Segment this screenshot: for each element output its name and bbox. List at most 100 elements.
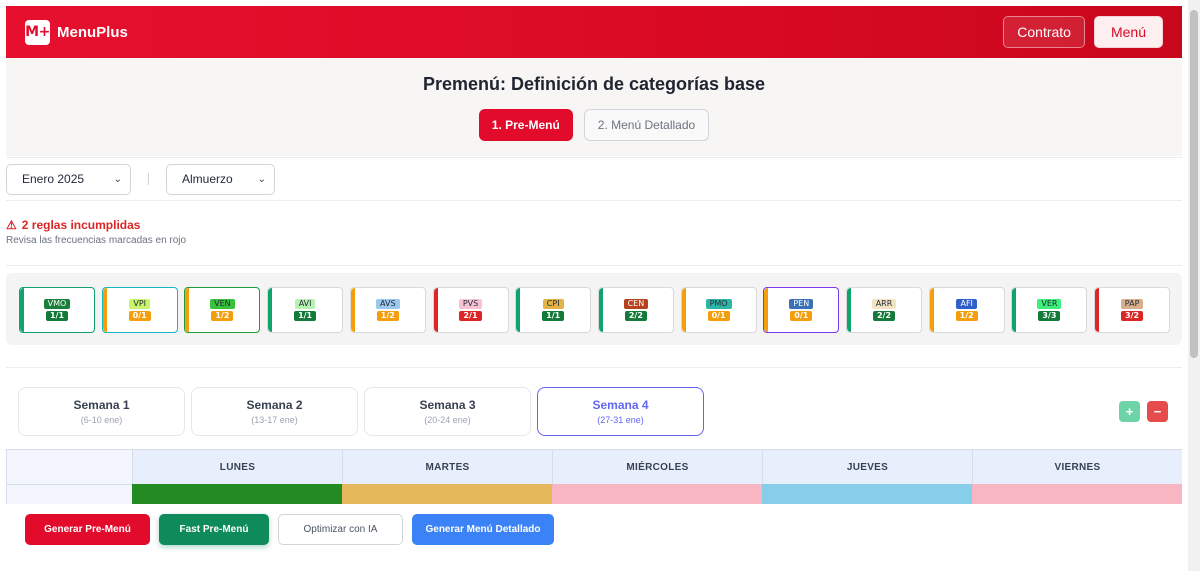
day-category-cell[interactable]: [762, 484, 972, 504]
category-ratio: 2/2: [624, 311, 647, 321]
category-ratio: 3/2: [1121, 311, 1144, 321]
category-status-edge: [350, 288, 355, 332]
category-card[interactable]: CPI 1/1: [515, 287, 592, 333]
category-status-edge: [516, 288, 521, 332]
category-code: CPI: [542, 299, 564, 309]
category-status-edge: [20, 288, 24, 332]
step-tabs: 1. Pre-Menú 2. Menú Detallado: [6, 109, 1182, 141]
category-ratio: 1/1: [45, 311, 69, 321]
generate-premenu-button[interactable]: Generar Pre-Menú: [25, 514, 150, 545]
category-status-edge: [847, 288, 851, 332]
contrato-button[interactable]: Contrato: [1003, 16, 1085, 48]
month-select[interactable]: Enero 2025 ⌄: [6, 163, 131, 195]
scrollbar-thumb[interactable]: [1190, 10, 1198, 358]
alert-subtitle: Revisa las frecuencias marcadas en rojo: [6, 235, 187, 246]
chevron-down-icon: ⌄: [113, 173, 122, 185]
week-title: Semana 2: [246, 398, 303, 412]
category-card[interactable]: PAP 3/2: [1094, 287, 1171, 333]
category-status-edge: [185, 288, 190, 332]
meal-select-value: Almuerzo: [182, 172, 233, 186]
category-card[interactable]: AFI 1/2: [928, 287, 1005, 333]
day-header: LUNES: [132, 450, 342, 484]
category-ratio: 1/2: [376, 311, 399, 321]
title-section: Premenú: Definición de categorías base 1…: [6, 58, 1182, 156]
tab-menu-detallado[interactable]: 2. Menú Detallado: [583, 109, 710, 141]
category-card[interactable]: VEN 1/2: [184, 287, 261, 333]
week-title: Semana 3: [419, 398, 476, 412]
remove-week-button[interactable]: −: [1147, 401, 1168, 422]
category-status-edge: [764, 288, 769, 332]
fast-premenu-button[interactable]: Fast Pre-Menú: [159, 514, 269, 545]
category-code: VPI: [129, 299, 151, 309]
week-dates: (20-24 ene): [424, 415, 471, 425]
category-code: VER: [1037, 299, 1062, 309]
tab-pre-menu[interactable]: 1. Pre-Menú: [478, 109, 573, 141]
day-category-cell[interactable]: [552, 484, 762, 504]
brand-name[interactable]: MenuPlus: [57, 24, 128, 41]
category-status-edge: [1095, 288, 1100, 332]
meal-select[interactable]: Almuerzo ⌄: [166, 163, 275, 195]
schedule-row-label: [7, 484, 132, 504]
category-code: PEN: [789, 299, 814, 309]
top-actions: Contrato Menú: [1003, 16, 1163, 48]
alert-title-text: 2 reglas incumplidas: [21, 218, 141, 232]
category-ratio: 1/1: [294, 311, 317, 321]
filters-bar: Enero 2025 ⌄ Almuerzo ⌄: [6, 157, 1182, 201]
week-title: Semana 4: [592, 398, 649, 412]
category-status-edge: [1012, 288, 1017, 332]
top-navbar: M+ MenuPlus Contrato Menú: [6, 6, 1182, 58]
category-card[interactable]: AVI 1/1: [267, 287, 344, 333]
category-card[interactable]: AVS 1/2: [349, 287, 426, 333]
category-ratio: 0/1: [128, 311, 151, 321]
category-status-edge: [681, 288, 686, 332]
category-card[interactable]: CEN 2/2: [597, 287, 674, 333]
week-tab[interactable]: Semana 1 (6-10 ene): [18, 387, 185, 436]
category-ratio: 1/2: [955, 311, 978, 321]
category-card[interactable]: VER 3/3: [1011, 287, 1088, 333]
category-ratio: 3/3: [1038, 311, 1061, 321]
category-status-edge: [598, 288, 603, 332]
alert-title: ⚠ 2 reglas incumplidas: [6, 218, 186, 232]
category-card[interactable]: VPI 0/1: [101, 287, 178, 333]
category-code: CEN: [623, 299, 649, 309]
category-code: AVS: [376, 299, 400, 309]
day-category-cell[interactable]: [972, 484, 1182, 504]
category-status-edge: [102, 288, 107, 332]
day-header: JUEVES: [762, 450, 972, 484]
page-title: Premenú: Definición de categorías base: [422, 74, 766, 94]
scrollbar[interactable]: [1188, 0, 1200, 571]
category-ratio: 2/2: [872, 311, 896, 321]
week-title: Semana 1: [73, 398, 130, 412]
category-card[interactable]: ARR 2/2: [846, 287, 922, 333]
category-card[interactable]: VMO 1/1: [19, 287, 95, 333]
category-code: VMO: [43, 299, 71, 309]
day-category-cell[interactable]: [132, 484, 342, 504]
category-card[interactable]: PEN 0/1: [763, 287, 840, 333]
add-week-button[interactable]: +: [1119, 401, 1140, 422]
category-strip: VMO 1/1 VPI 0/1 VEN 1/2 AVI 1/1 AVS 1/2 PVS 2/1 CPI 1…: [6, 273, 1182, 345]
logo-icon[interactable]: M+: [25, 19, 50, 45]
chevron-down-icon: ⌄: [257, 173, 266, 185]
schedule-grid: LUNES MARTES MIÉRCOLES JUEVES VIERNES: [6, 449, 1182, 504]
day-header: MIÉRCOLES: [552, 450, 762, 484]
category-card[interactable]: PMO 0/1: [680, 287, 757, 333]
optimize-ai-button[interactable]: Optimizar con IA: [278, 514, 403, 545]
day-header: VIERNES: [972, 450, 1182, 484]
schedule-corner: [7, 450, 132, 484]
category-code: AVI: [294, 299, 316, 309]
week-tab[interactable]: Semana 3 (20-24 ene): [364, 387, 531, 436]
menu-button[interactable]: Menú: [1093, 16, 1163, 48]
filter-divider: [148, 173, 149, 185]
month-select-value: Enero 2025: [22, 172, 85, 186]
generate-detailed-menu-button[interactable]: Generar Menú Detallado: [412, 514, 554, 545]
day-category-cell[interactable]: [342, 484, 552, 504]
week-tab[interactable]: Semana 2 (13-17 ene): [191, 387, 358, 436]
week-tabs: Semana 1 (6-10 ene) Semana 2 (13-17 ene) Sem…: [18, 387, 704, 436]
category-card[interactable]: PVS 2/1: [432, 287, 509, 333]
category-code: ARR: [871, 299, 897, 309]
category-code: PAP: [1120, 299, 1144, 309]
category-status-edge: [268, 288, 273, 332]
week-tab[interactable]: Semana 4 (27-31 ene): [537, 387, 704, 436]
category-status-edge: [433, 288, 438, 332]
action-bar: Generar Pre-Menú Fast Pre-Menú Optimizar…: [25, 514, 554, 545]
